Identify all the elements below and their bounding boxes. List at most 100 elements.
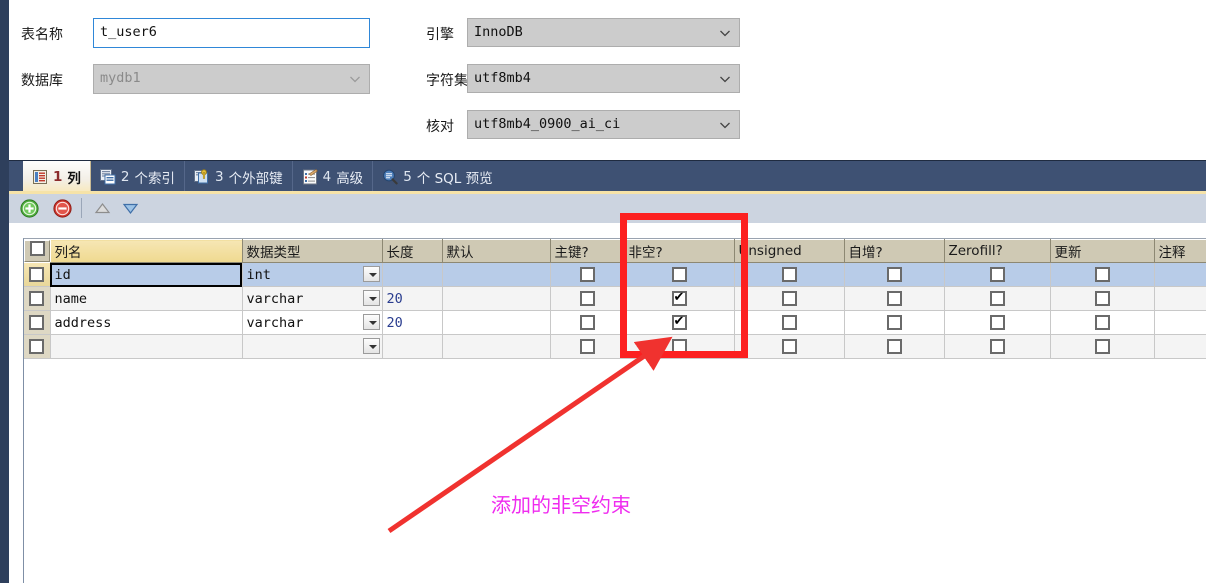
header-zerofill[interactable]: Zerofill? bbox=[943, 239, 1051, 263]
row-checkbox[interactable] bbox=[29, 339, 45, 354]
cell-zerofill[interactable] bbox=[944, 262, 1051, 287]
table-row[interactable]: address varchar 20 bbox=[24, 310, 1206, 335]
row-selector[interactable] bbox=[24, 286, 51, 311]
header-update[interactable]: 更新 bbox=[1049, 239, 1155, 263]
table-row[interactable] bbox=[24, 334, 1206, 359]
cell-auto-increment[interactable] bbox=[844, 286, 945, 311]
primary-key-checkbox[interactable] bbox=[579, 267, 595, 282]
header-comment[interactable]: 注释 bbox=[1153, 239, 1206, 263]
cell-primary-key[interactable] bbox=[550, 286, 625, 311]
cell-default[interactable] bbox=[442, 286, 551, 311]
cell-unsigned[interactable] bbox=[734, 310, 845, 335]
table-name-input[interactable]: t_user6 bbox=[93, 18, 370, 48]
unsigned-checkbox[interactable] bbox=[781, 315, 797, 330]
update-checkbox[interactable] bbox=[1094, 315, 1110, 330]
primary-key-checkbox[interactable] bbox=[579, 291, 595, 306]
database-select[interactable]: mydb1 bbox=[93, 64, 370, 94]
cell-not-null[interactable] bbox=[624, 262, 735, 287]
primary-key-checkbox[interactable] bbox=[579, 315, 595, 330]
cell-default[interactable] bbox=[442, 334, 551, 359]
move-down-icon[interactable] bbox=[121, 199, 140, 218]
tab-columns[interactable]: 1 列 bbox=[23, 161, 91, 192]
cell-primary-key[interactable] bbox=[550, 262, 625, 287]
columns-grid[interactable]: 列名 数据类型 长度 默认 主键? 非空? Unsigned 自增? Zerof… bbox=[23, 238, 1206, 583]
header-not-null[interactable]: 非空? bbox=[623, 239, 735, 263]
cell-data-type[interactable] bbox=[242, 334, 383, 359]
zerofill-checkbox[interactable] bbox=[989, 267, 1005, 282]
cell-length[interactable]: 20 bbox=[382, 310, 443, 335]
tab-advanced[interactable]: 4 高级 bbox=[293, 161, 374, 192]
not-null-checkbox[interactable] bbox=[671, 290, 687, 306]
remove-row-icon[interactable] bbox=[53, 199, 72, 218]
cell-comment[interactable] bbox=[1154, 334, 1206, 359]
cell-auto-increment[interactable] bbox=[844, 310, 945, 335]
table-row[interactable]: name varchar 20 bbox=[24, 286, 1206, 311]
collation-select[interactable]: utf8mb4_0900_ai_ci bbox=[467, 110, 740, 139]
cell-default[interactable] bbox=[442, 262, 551, 287]
cell-unsigned[interactable] bbox=[734, 286, 845, 311]
header-auto-increment[interactable]: 自增? bbox=[843, 239, 945, 263]
engine-select[interactable]: InnoDB bbox=[467, 18, 740, 47]
header-unsigned[interactable]: Unsigned bbox=[733, 239, 845, 263]
row-selector[interactable] bbox=[24, 310, 51, 335]
auto-increment-checkbox[interactable] bbox=[886, 315, 902, 330]
cell-primary-key[interactable] bbox=[550, 310, 625, 335]
cell-zerofill[interactable] bbox=[944, 310, 1051, 335]
cell-auto-increment[interactable] bbox=[844, 262, 945, 287]
not-null-checkbox[interactable] bbox=[671, 339, 687, 354]
header-column-name[interactable]: 列名 bbox=[49, 239, 243, 263]
row-checkbox[interactable] bbox=[29, 315, 45, 330]
row-checkbox[interactable] bbox=[29, 291, 45, 306]
primary-key-checkbox[interactable] bbox=[579, 339, 595, 354]
cell-data-type[interactable]: varchar bbox=[242, 310, 383, 335]
select-all-header[interactable] bbox=[24, 239, 50, 262]
row-checkbox[interactable] bbox=[29, 266, 45, 282]
cell-primary-key[interactable] bbox=[550, 334, 625, 359]
table-row[interactable]: id int bbox=[24, 262, 1206, 287]
auto-increment-checkbox[interactable] bbox=[886, 267, 902, 282]
row-selector[interactable] bbox=[24, 262, 51, 287]
cell-zerofill[interactable] bbox=[944, 286, 1051, 311]
not-null-checkbox[interactable] bbox=[671, 267, 687, 282]
cell-comment[interactable] bbox=[1154, 310, 1206, 335]
unsigned-checkbox[interactable] bbox=[781, 291, 797, 306]
update-checkbox[interactable] bbox=[1094, 267, 1110, 282]
row-selector[interactable] bbox=[24, 334, 51, 359]
add-row-icon[interactable] bbox=[20, 199, 39, 218]
chevron-down-icon[interactable] bbox=[362, 290, 380, 306]
tab-indexes[interactable]: 2 个索引 bbox=[91, 161, 185, 192]
cell-update[interactable] bbox=[1050, 310, 1155, 335]
zerofill-checkbox[interactable] bbox=[989, 291, 1005, 306]
cell-column-name[interactable]: address bbox=[50, 310, 243, 335]
cell-not-null[interactable] bbox=[624, 310, 735, 335]
header-default[interactable]: 默认 bbox=[441, 239, 551, 263]
header-primary-key[interactable]: 主键? bbox=[549, 239, 625, 263]
zerofill-checkbox[interactable] bbox=[989, 315, 1005, 330]
cell-auto-increment[interactable] bbox=[844, 334, 945, 359]
cell-comment[interactable] bbox=[1154, 262, 1206, 287]
cell-update[interactable] bbox=[1050, 334, 1155, 359]
chevron-down-icon[interactable] bbox=[362, 314, 380, 330]
auto-increment-checkbox[interactable] bbox=[886, 291, 902, 306]
cell-column-name[interactable] bbox=[50, 334, 243, 359]
header-length[interactable]: 长度 bbox=[381, 239, 443, 263]
unsigned-checkbox[interactable] bbox=[781, 267, 797, 282]
cell-update[interactable] bbox=[1050, 286, 1155, 311]
cell-comment[interactable] bbox=[1154, 286, 1206, 311]
chevron-down-icon[interactable] bbox=[362, 266, 380, 282]
cell-zerofill[interactable] bbox=[944, 334, 1051, 359]
auto-increment-checkbox[interactable] bbox=[886, 339, 902, 354]
cell-not-null[interactable] bbox=[624, 334, 735, 359]
cell-data-type[interactable]: varchar bbox=[242, 286, 383, 311]
cell-length[interactable]: 20 bbox=[382, 286, 443, 311]
unsigned-checkbox[interactable] bbox=[781, 339, 797, 354]
cell-default[interactable] bbox=[442, 310, 551, 335]
cell-data-type[interactable]: int bbox=[242, 262, 383, 287]
cell-not-null[interactable] bbox=[624, 286, 735, 311]
tab-foreign-keys[interactable]: 3 个外部键 bbox=[185, 161, 293, 192]
cell-length[interactable] bbox=[382, 334, 443, 359]
charset-select[interactable]: utf8mb4 bbox=[467, 64, 740, 93]
tab-sql-preview[interactable]: 5 个 SQL 预览 bbox=[373, 161, 501, 192]
update-checkbox[interactable] bbox=[1094, 339, 1110, 354]
not-null-checkbox[interactable] bbox=[671, 314, 687, 330]
